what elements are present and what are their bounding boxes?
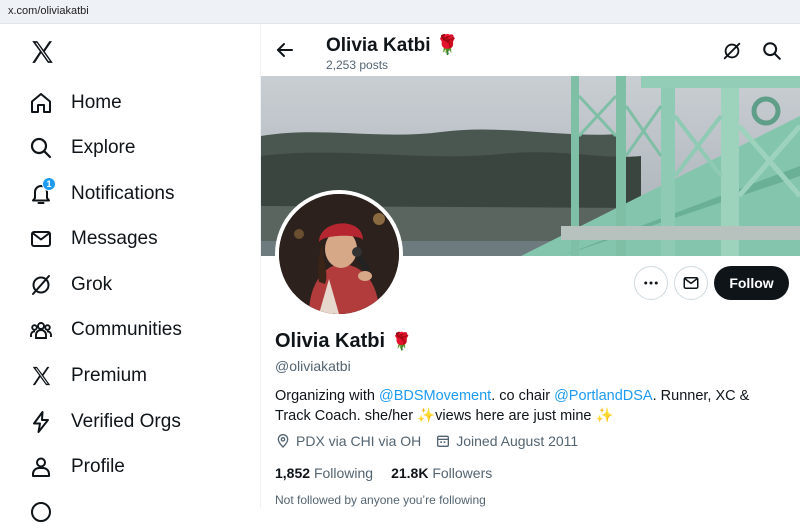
joined-item: Joined August 2011 <box>435 433 578 449</box>
profile-bio: Organizing with @BDSMovement. co chair @… <box>275 386 785 426</box>
sidebar-item-messages[interactable]: Messages <box>28 219 248 259</box>
url-text[interactable]: x.com/oliviakatbi <box>8 5 89 17</box>
sidebar-item-label: Home <box>71 92 122 113</box>
lightning-icon <box>28 409 54 435</box>
profile-meta: PDX via CHI via OH Joined August 2011 <box>275 433 592 449</box>
envelope-icon <box>28 226 54 252</box>
mention-link[interactable]: @PortlandDSA <box>554 388 653 404</box>
sidebar: Home Explore 1 Notifications Messages Gr… <box>0 24 260 522</box>
sidebar-item-label: Grok <box>71 274 113 295</box>
search-icon <box>28 135 54 161</box>
rose-emoji: 🌹 <box>435 35 460 56</box>
profile-header-bar: Olivia Katbi 🌹 2,253 posts <box>261 24 800 76</box>
rose-emoji: 🌹 <box>391 331 413 351</box>
follow-stats: 1,852 Following 21.8K Followers <box>275 465 510 481</box>
followers-label: Followers <box>432 465 493 481</box>
sidebar-item-premium[interactable]: Premium <box>28 356 248 396</box>
following-count: 1,852 <box>275 465 311 481</box>
calendar-icon <box>437 435 450 447</box>
sidebar-item-verified-orgs[interactable]: Verified Orgs <box>28 402 248 442</box>
communities-icon <box>28 317 54 343</box>
search-icon[interactable] <box>761 40 783 62</box>
following-link[interactable]: 1,852 Following <box>275 465 373 481</box>
sidebar-item-label: Notifications <box>71 183 175 204</box>
sidebar-item-label: Explore <box>71 137 136 158</box>
sidebar-item-notifications[interactable]: 1 Notifications <box>28 174 248 214</box>
grok-icon <box>28 272 54 298</box>
message-button[interactable] <box>674 266 708 300</box>
sidebar-item-explore[interactable]: Explore <box>28 128 248 168</box>
grok-icon[interactable] <box>721 40 743 62</box>
sidebar-item-home[interactable]: Home <box>28 83 248 123</box>
not-followed-notice: Not followed by anyone you’re following <box>275 493 486 507</box>
header-post-count: 2,253 posts <box>326 58 389 72</box>
following-label: Following <box>313 465 374 481</box>
sidebar-item-profile[interactable]: Profile <box>28 447 248 487</box>
bio-text: Organizing with <box>275 388 379 404</box>
bio-text: . co chair <box>491 388 555 404</box>
more-circle-icon <box>28 499 54 525</box>
envelope-icon <box>683 277 699 289</box>
profile-handle: @oliviakatbi <box>275 358 351 374</box>
header-name-text: Olivia Katbi <box>326 35 431 56</box>
profile-name-text: Olivia Katbi <box>275 330 386 352</box>
home-icon <box>28 90 54 116</box>
followers-count: 21.8K <box>391 465 429 481</box>
x-premium-icon <box>28 363 54 389</box>
sidebar-item-label: Messages <box>71 228 158 249</box>
notification-badge: 1 <box>42 177 56 191</box>
profile-avatar[interactable] <box>275 190 403 318</box>
sidebar-item-grok[interactable]: Grok <box>28 265 248 305</box>
followers-link[interactable]: 21.8K Followers <box>391 465 492 481</box>
sidebar-item-more[interactable] <box>28 492 248 532</box>
bell-icon: 1 <box>28 177 56 207</box>
sidebar-item-label: Verified Orgs <box>71 411 181 432</box>
sidebar-item-label: Premium <box>71 365 148 386</box>
header-name: Olivia Katbi 🌹 <box>326 33 459 57</box>
profile-name: Olivia Katbi 🌹 <box>275 330 412 353</box>
person-icon <box>28 454 54 480</box>
sidebar-item-communities[interactable]: Communities <box>28 310 248 350</box>
profile-main: Olivia Katbi 🌹 2,253 posts Follow Olivia… <box>261 24 800 508</box>
location-pin-icon <box>277 434 289 448</box>
location-item: PDX via CHI via OH <box>275 433 421 449</box>
follow-button[interactable]: Follow <box>714 266 789 300</box>
more-options-button[interactable] <box>634 266 668 300</box>
back-arrow-icon[interactable] <box>273 38 297 62</box>
joined-text: Joined August 2011 <box>456 433 579 449</box>
location-text: PDX via CHI via OH <box>296 433 422 449</box>
sidebar-item-label: Communities <box>71 319 182 340</box>
x-logo-icon[interactable] <box>29 39 55 65</box>
ellipsis-icon <box>644 281 658 285</box>
mention-link[interactable]: @BDSMovement <box>379 388 491 404</box>
browser-address-bar[interactable]: x.com/oliviakatbi <box>0 0 800 24</box>
sidebar-item-label: Profile <box>71 456 125 477</box>
